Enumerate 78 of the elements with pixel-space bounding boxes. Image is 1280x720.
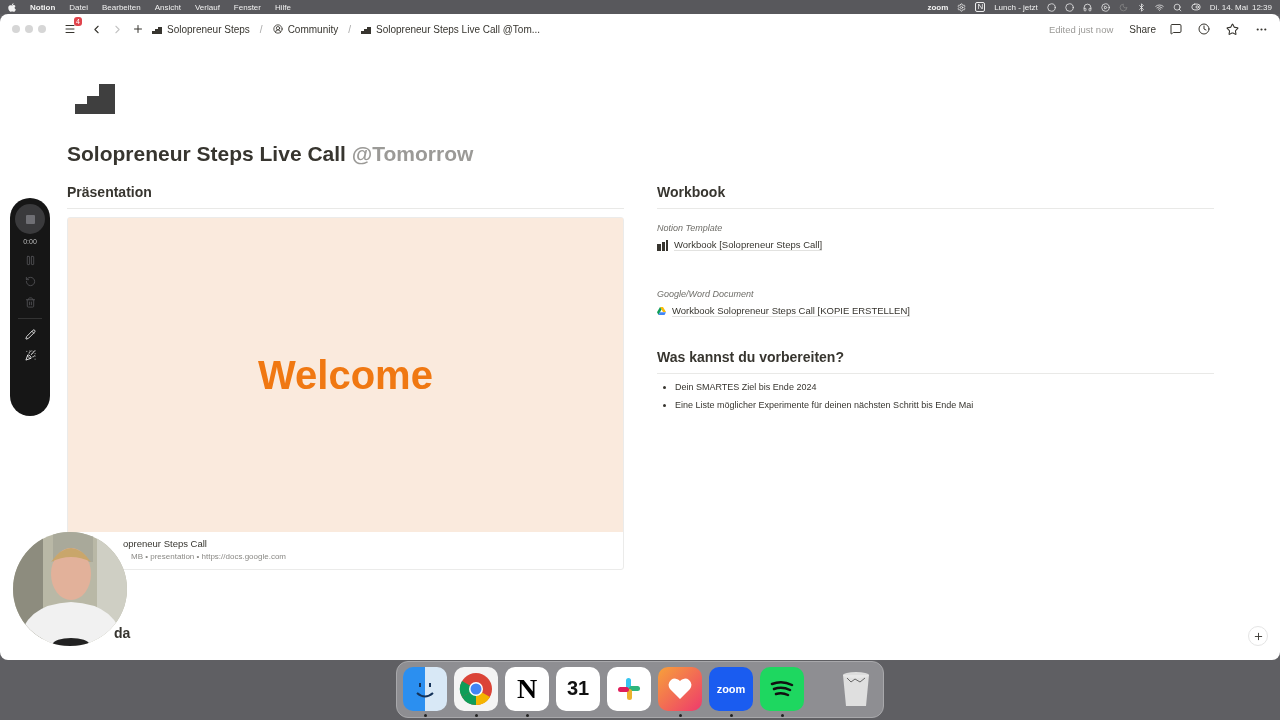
presentation-embed[interactable]: Welcome opreneur Steps Call MB • presentation • https://docs.google.com (67, 217, 624, 570)
menu-item[interactable]: Fenster (233, 2, 261, 12)
slide-title: Welcome (258, 352, 433, 398)
menu-item[interactable]: Bearbeiten (102, 2, 141, 12)
list-item: Dein SMARTES Ziel bis Ende 2024 (675, 382, 817, 392)
new-page-button[interactable] (132, 23, 144, 35)
notion-status[interactable]: N (975, 2, 986, 12)
bullet-icon (663, 385, 666, 389)
gear-icon[interactable] (957, 2, 967, 12)
page-icon (361, 24, 371, 34)
share-button[interactable]: Share (1129, 23, 1156, 35)
party-popper-icon (24, 350, 36, 361)
headphones-icon[interactable] (1082, 2, 1092, 12)
section-heading: Workbook (657, 184, 1214, 209)
stop-icon (25, 214, 35, 224)
chrome-icon[interactable] (454, 666, 498, 711)
section-heading: Präsentation (67, 184, 624, 209)
plus-icon (1252, 630, 1264, 642)
effects-button[interactable] (24, 350, 36, 361)
drive-icon (657, 307, 666, 315)
section-heading: da (114, 625, 132, 641)
calendar-event[interactable]: Lunch - jetzt (994, 2, 1038, 12)
breadcrumb-separator: / (348, 23, 351, 35)
comment-icon (1170, 23, 1182, 35)
breadcrumb-link[interactable]: Community (272, 23, 339, 35)
list-item: Eine Liste möglicher Experimente für deinen nächsten Schritt bis Ende Mai (675, 400, 974, 410)
page-title: Solopreneur Steps Live Call @Tomorrow (67, 142, 475, 166)
section-heading: Was kannst du vorbereiten? (657, 349, 1214, 374)
search-icon[interactable] (1172, 2, 1182, 12)
circle-icon[interactable] (1046, 2, 1056, 12)
menu-item[interactable]: Hilfe (275, 2, 291, 12)
page-icon[interactable] (75, 84, 115, 114)
restart-icon (24, 276, 36, 287)
circle-icon[interactable] (1064, 2, 1074, 12)
spotify-icon[interactable] (760, 666, 804, 711)
menubar-date[interactable]: Di. 14. Mai (1209, 2, 1248, 12)
user-circle-icon (272, 24, 283, 34)
pencil-icon (24, 329, 36, 340)
edited-status: Edited just now (1048, 23, 1114, 35)
pause-icon (24, 255, 36, 266)
zoom-status[interactable]: zoom (927, 2, 949, 12)
bullet-icon (663, 403, 666, 407)
stop-button[interactable] (15, 204, 45, 234)
menu-item[interactable]: Verlauf (194, 2, 220, 12)
embed-title: opreneur Steps Call (123, 538, 208, 549)
trash-icon (24, 297, 36, 308)
breadcrumb-link[interactable]: Solopreneur Steps (152, 23, 250, 35)
link-caption: Notion Template (657, 223, 724, 233)
breadcrumb-link[interactable]: Solopreneur Steps Live Call @Tom... (361, 23, 541, 35)
comments-button[interactable] (1170, 23, 1182, 35)
bluetooth-icon[interactable] (1136, 2, 1146, 12)
history-button[interactable] (1198, 23, 1210, 35)
link-caption: Google/Word Document (657, 289, 755, 299)
menu-icon (64, 23, 76, 35)
control-center-icon[interactable] (1190, 2, 1201, 12)
favorite-button[interactable] (1226, 22, 1239, 36)
menu-item[interactable]: Ansicht (154, 2, 181, 12)
finder-icon[interactable] (403, 666, 447, 711)
assistant-button[interactable] (1248, 626, 1268, 646)
page-icon (152, 24, 162, 34)
zoom-icon[interactable]: zoom (709, 666, 753, 711)
calendar-icon[interactable]: 31 (556, 666, 600, 711)
slack-icon[interactable] (607, 666, 651, 711)
clock-icon (1198, 23, 1210, 35)
play-icon[interactable] (1100, 2, 1110, 12)
wifi-icon[interactable] (1154, 2, 1164, 12)
apple-icon[interactable] (8, 2, 16, 12)
notion-icon[interactable]: N (505, 666, 549, 711)
embed-meta: MB • presentation • https://docs.google.com (131, 552, 287, 561)
draw-button[interactable] (24, 329, 36, 340)
breadcrumb-separator: / (259, 23, 263, 35)
menu-item[interactable]: Datei (69, 2, 88, 12)
menubar-time[interactable]: 12:39 (1251, 2, 1272, 12)
document-link[interactable]: Workbook Solopreneur Steps Call [KOPIE ERSTELLEN] (657, 305, 1214, 317)
plus-icon (132, 23, 144, 35)
document-link[interactable]: Workbook [Solopreneur Steps Call] (657, 239, 1214, 251)
star-icon (1226, 22, 1239, 36)
app-menu[interactable]: Notion (30, 2, 56, 12)
